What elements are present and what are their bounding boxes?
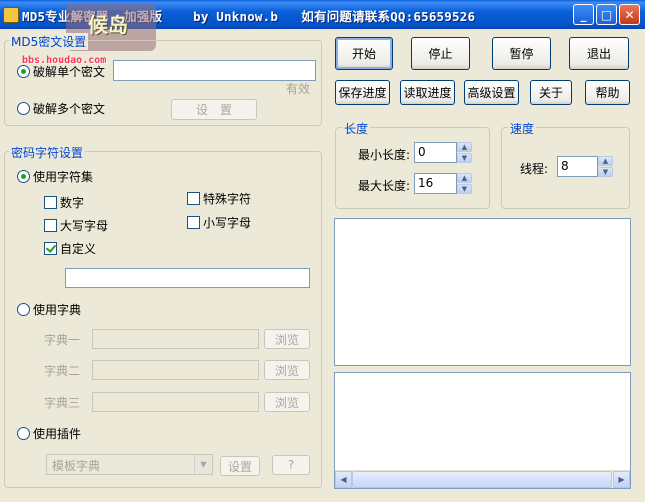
use-charset-label: 使用字符集 xyxy=(33,170,94,184)
dictionary-2-input[interactable] xyxy=(92,360,259,380)
min-length-label: 最小长度: xyxy=(358,148,411,162)
max-length-spinner[interactable]: ▲ ▼ xyxy=(457,173,472,194)
ciphertext-group-title: MD5密文设置 xyxy=(9,33,89,50)
spin-up-icon[interactable]: ▲ xyxy=(457,173,472,183)
max-length-input[interactable]: 16 xyxy=(414,173,457,194)
uppercase-checkbox[interactable] xyxy=(44,219,57,232)
dictionary-3-browse-button[interactable]: 浏览 xyxy=(264,392,310,412)
log-panel[interactable]: ◀ ▶ xyxy=(334,372,631,489)
app-window: MD5专业解密器 加强版 by Unknow.b 如有问题请联系QQ:65659… xyxy=(0,0,645,502)
uppercase-label: 大写字母 xyxy=(60,219,109,233)
chevron-down-icon: ▼ xyxy=(194,455,212,474)
use-plugin-radio[interactable] xyxy=(17,427,30,440)
advanced-settings-button[interactable]: 高级设置 xyxy=(464,80,519,105)
min-length-spinner[interactable]: ▲ ▼ xyxy=(457,142,472,163)
threads-input[interactable]: 8 xyxy=(557,156,598,177)
custom-checkbox[interactable] xyxy=(44,242,57,255)
special-chars-label: 特殊字符 xyxy=(203,192,252,206)
window-title: MD5专业解密器 加强版 by Unknow.b 如有问题请联系QQ:65659… xyxy=(22,9,476,24)
digits-label: 数字 xyxy=(60,196,85,210)
dictionary-1-browse-button[interactable]: 浏览 xyxy=(264,329,310,349)
use-plugin-label: 使用插件 xyxy=(33,427,82,441)
dictionary-3-input[interactable] xyxy=(92,392,259,412)
spin-down-icon[interactable]: ▼ xyxy=(457,153,472,163)
scroll-right-icon[interactable]: ▶ xyxy=(613,471,630,488)
plugin-help-button[interactable]: ? xyxy=(272,455,310,475)
dictionary-1-label: 字典一 xyxy=(44,333,81,347)
scroll-thumb[interactable] xyxy=(352,471,612,488)
use-dictionary-radio[interactable] xyxy=(17,303,30,316)
multiple-cipher-radio[interactable] xyxy=(17,102,30,115)
dictionary-1-input[interactable] xyxy=(92,329,259,349)
charset-group-title: 密码字符设置 xyxy=(9,144,86,161)
validity-text: 有效 xyxy=(286,82,311,96)
about-button[interactable]: 关于 xyxy=(530,80,572,105)
digits-checkbox[interactable] xyxy=(44,196,57,209)
title-bar[interactable]: MD5专业解密器 加强版 by Unknow.b 如有问题请联系QQ:65659… xyxy=(0,0,645,29)
cipher-settings-button[interactable]: 设 置 xyxy=(171,99,257,120)
single-cipher-radio[interactable] xyxy=(17,65,30,78)
plugin-settings-button[interactable]: 设置 xyxy=(220,456,260,476)
spin-up-icon[interactable]: ▲ xyxy=(598,156,613,166)
scroll-left-icon[interactable]: ◀ xyxy=(335,471,352,488)
spin-up-icon[interactable]: ▲ xyxy=(457,142,472,152)
exit-button[interactable]: 退出 xyxy=(569,37,629,70)
use-dictionary-label: 使用字典 xyxy=(33,303,82,317)
dictionary-2-browse-button[interactable]: 浏览 xyxy=(264,360,310,380)
threads-spinner[interactable]: ▲ ▼ xyxy=(598,156,613,177)
length-group: 长度 xyxy=(335,120,490,209)
minimize-button[interactable]: _ xyxy=(573,4,594,25)
plugin-select[interactable]: 模板字典 ▼ xyxy=(46,454,213,475)
result-panel[interactable] xyxy=(334,218,631,366)
single-cipher-label: 破解单个密文 xyxy=(33,65,106,79)
max-length-label: 最大长度: xyxy=(358,179,411,193)
min-length-input[interactable]: 0 xyxy=(414,142,457,163)
length-group-title: 长度 xyxy=(342,120,371,137)
close-button[interactable]: ✕ xyxy=(619,4,640,25)
single-cipher-input[interactable] xyxy=(113,60,316,81)
start-button[interactable]: 开始 xyxy=(335,37,393,70)
app-icon xyxy=(3,7,19,23)
pause-button[interactable]: 暂停 xyxy=(492,37,551,70)
help-button[interactable]: 帮助 xyxy=(585,80,630,105)
lowercase-checkbox[interactable] xyxy=(187,216,200,229)
load-progress-button[interactable]: 读取进度 xyxy=(400,80,455,105)
custom-charset-input[interactable] xyxy=(65,268,310,288)
horizontal-scrollbar[interactable]: ◀ ▶ xyxy=(335,470,630,488)
use-charset-radio[interactable] xyxy=(17,170,30,183)
custom-label: 自定义 xyxy=(60,242,97,256)
save-progress-button[interactable]: 保存进度 xyxy=(335,80,390,105)
dictionary-3-label: 字典三 xyxy=(44,396,81,410)
stop-button[interactable]: 停止 xyxy=(411,37,470,70)
plugin-select-value: 模板字典 xyxy=(52,459,101,473)
maximize-button[interactable]: □ xyxy=(596,4,617,25)
lowercase-label: 小写字母 xyxy=(203,216,252,230)
speed-group-title: 速度 xyxy=(508,120,537,137)
multiple-cipher-label: 破解多个密文 xyxy=(33,102,106,116)
dictionary-2-label: 字典二 xyxy=(44,364,81,378)
spin-down-icon[interactable]: ▼ xyxy=(598,167,613,177)
threads-label: 线程: xyxy=(520,162,549,176)
spin-down-icon[interactable]: ▼ xyxy=(457,184,472,194)
special-chars-checkbox[interactable] xyxy=(187,192,200,205)
